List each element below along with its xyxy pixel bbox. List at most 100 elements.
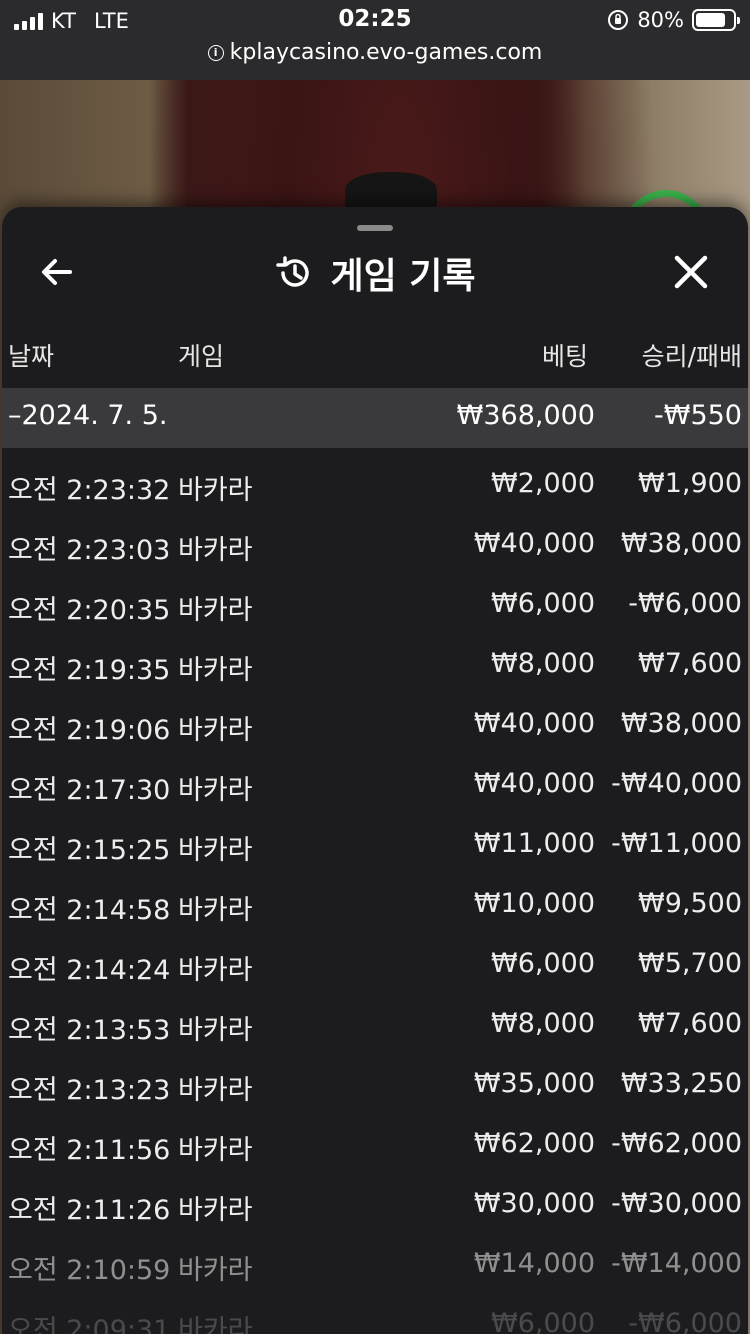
history-row[interactable]: 오전 2:17:30 바카라 ₩40,000 -₩40,000 bbox=[2, 754, 748, 814]
row-bet: ₩10,000 bbox=[473, 888, 595, 919]
history-row[interactable]: 오전 2:15:25 바카라 ₩11,000 -₩11,000 bbox=[2, 814, 748, 874]
row-game: 바카라 bbox=[178, 475, 253, 506]
history-list: 오전 2:23:32 바카라 ₩2,000 ₩1,900 오전 2:23:03 바카라 ₩4… bbox=[2, 454, 748, 1334]
history-row[interactable]: 오전 2:09:31 바카라 ₩6,000 -₩6,000 bbox=[2, 1294, 748, 1334]
row-bet: ₩40,000 bbox=[473, 768, 595, 799]
history-row[interactable]: 오전 2:19:35 바카라 ₩8,000 ₩7,600 bbox=[2, 634, 748, 694]
row-game: 바카라 bbox=[178, 1315, 253, 1334]
url-text: kplaycasino.evo-games.com bbox=[229, 40, 543, 65]
row-time: 오전 2:09:31 bbox=[8, 1315, 171, 1334]
column-header-game: 게임 bbox=[178, 342, 225, 371]
history-row[interactable]: 오전 2:13:23 바카라 ₩35,000 ₩33,250 bbox=[2, 1054, 748, 1114]
history-icon bbox=[276, 256, 310, 287]
row-bet: ₩40,000 bbox=[473, 528, 595, 559]
date-group-row[interactable]: –2024. 7. 5. ₩368,000 -₩550 bbox=[2, 388, 748, 448]
date-group-result-total: -₩550 bbox=[654, 400, 742, 431]
row-result: -₩6,000 bbox=[628, 588, 742, 619]
history-row[interactable]: 오전 2:23:03 바카라 ₩40,000 ₩38,000 bbox=[2, 514, 748, 574]
row-result: -₩40,000 bbox=[611, 768, 742, 799]
row-game: 바카라 bbox=[178, 1195, 253, 1226]
row-time: 오전 2:19:06 bbox=[8, 715, 171, 746]
row-result: -₩62,000 bbox=[611, 1128, 742, 1159]
row-time: 오전 2:17:30 bbox=[8, 775, 171, 806]
title-group: 게임 기록 bbox=[2, 247, 748, 299]
row-bet: ₩2,000 bbox=[491, 468, 595, 499]
history-row[interactable]: 오전 2:10:59 바카라 ₩14,000 -₩14,000 bbox=[2, 1234, 748, 1294]
row-bet: ₩8,000 bbox=[491, 1008, 595, 1039]
column-headers: 날짜 게임 베팅 승리/패배 bbox=[2, 337, 748, 377]
url-bar[interactable]: i kplaycasino.evo-games.com bbox=[0, 40, 750, 65]
sheet-title: 게임 기록 bbox=[330, 256, 476, 297]
row-game: 바카라 bbox=[178, 655, 253, 686]
row-result: -₩30,000 bbox=[611, 1188, 742, 1219]
orientation-lock-icon bbox=[608, 10, 629, 30]
row-game: 바카라 bbox=[178, 955, 253, 986]
row-game: 바카라 bbox=[178, 775, 253, 806]
row-time: 오전 2:11:26 bbox=[8, 1195, 171, 1226]
status-bar: KT LTE 02:25 80% i kplaycasino.evo-games… bbox=[0, 0, 750, 80]
history-row[interactable]: 오전 2:14:24 바카라 ₩6,000 ₩5,700 bbox=[2, 934, 748, 994]
row-bet: ₩14,000 bbox=[473, 1248, 595, 1279]
row-time: 오전 2:19:35 bbox=[8, 655, 171, 686]
sheet-header: 게임 기록 bbox=[2, 237, 748, 307]
row-game: 바카라 bbox=[178, 715, 253, 746]
row-time: 오전 2:10:59 bbox=[8, 1255, 171, 1286]
status-right: 80% bbox=[607, 6, 740, 34]
column-header-result: 승리/패배 bbox=[641, 342, 742, 371]
row-result: -₩11,000 bbox=[611, 828, 742, 859]
history-row[interactable]: 오전 2:20:35 바카라 ₩6,000 -₩6,000 bbox=[2, 574, 748, 634]
row-result: -₩14,000 bbox=[611, 1248, 742, 1279]
row-result: ₩5,700 bbox=[638, 948, 742, 979]
row-result: ₩38,000 bbox=[620, 528, 742, 559]
row-bet: ₩35,000 bbox=[473, 1068, 595, 1099]
history-row[interactable]: 오전 2:14:58 바카라 ₩10,000 ₩9,500 bbox=[2, 874, 748, 934]
row-bet: ₩11,000 bbox=[473, 828, 595, 859]
row-bet: ₩6,000 bbox=[491, 948, 595, 979]
history-row[interactable]: 오전 2:23:32 바카라 ₩2,000 ₩1,900 bbox=[2, 454, 748, 514]
close-icon[interactable] bbox=[670, 251, 712, 293]
row-game: 바카라 bbox=[178, 1075, 253, 1106]
drag-handle[interactable] bbox=[357, 225, 393, 231]
site-info-icon[interactable]: i bbox=[207, 44, 224, 61]
dealer-hair bbox=[345, 172, 437, 212]
row-bet: ₩6,000 bbox=[491, 588, 595, 619]
row-time: 오전 2:13:23 bbox=[8, 1075, 171, 1106]
row-bet: ₩62,000 bbox=[473, 1128, 595, 1159]
row-bet: ₩8,000 bbox=[491, 648, 595, 679]
row-result: ₩7,600 bbox=[638, 1008, 742, 1039]
row-result: ₩1,900 bbox=[638, 468, 742, 499]
column-header-date: 날짜 bbox=[8, 342, 55, 371]
row-time: 오전 2:13:53 bbox=[8, 1015, 171, 1046]
date-group-bet-total: ₩368,000 bbox=[456, 400, 595, 431]
history-row[interactable]: 오전 2:11:56 바카라 ₩62,000 -₩62,000 bbox=[2, 1114, 748, 1174]
row-time: 오전 2:14:58 bbox=[8, 895, 171, 926]
row-game: 바카라 bbox=[178, 595, 253, 626]
row-time: 오전 2:20:35 bbox=[8, 595, 171, 626]
row-time: 오전 2:23:03 bbox=[8, 535, 171, 566]
history-row[interactable]: 오전 2:11:26 바카라 ₩30,000 -₩30,000 bbox=[2, 1174, 748, 1234]
battery-icon bbox=[692, 9, 740, 31]
row-time: 오전 2:23:32 bbox=[8, 475, 171, 506]
row-bet: ₩40,000 bbox=[473, 708, 595, 739]
row-bet: ₩6,000 bbox=[491, 1308, 595, 1334]
row-result: ₩38,000 bbox=[620, 708, 742, 739]
row-time: 오전 2:14:24 bbox=[8, 955, 171, 986]
row-time: 오전 2:11:56 bbox=[8, 1135, 171, 1166]
history-row[interactable]: 오전 2:13:53 바카라 ₩8,000 ₩7,600 bbox=[2, 994, 748, 1054]
row-result: ₩33,250 bbox=[620, 1068, 742, 1099]
row-result: -₩6,000 bbox=[628, 1308, 742, 1334]
date-group-label: –2024. 7. 5. bbox=[8, 400, 168, 431]
row-result: ₩9,500 bbox=[638, 888, 742, 919]
battery-percent: 80% bbox=[637, 8, 684, 32]
row-game: 바카라 bbox=[178, 895, 253, 926]
history-row[interactable]: 오전 2:19:06 바카라 ₩40,000 ₩38,000 bbox=[2, 694, 748, 754]
row-game: 바카라 bbox=[178, 1015, 253, 1046]
row-game: 바카라 bbox=[178, 835, 253, 866]
row-time: 오전 2:15:25 bbox=[8, 835, 171, 866]
row-bet: ₩30,000 bbox=[473, 1188, 595, 1219]
column-header-bet: 베팅 bbox=[541, 342, 588, 371]
row-game: 바카라 bbox=[178, 1135, 253, 1166]
row-game: 바카라 bbox=[178, 535, 253, 566]
row-game: 바카라 bbox=[178, 1255, 253, 1286]
game-history-sheet: 게임 기록 날짜 게임 베팅 승리/패배 –2024. 7. 5. ₩368,0… bbox=[2, 207, 748, 1334]
